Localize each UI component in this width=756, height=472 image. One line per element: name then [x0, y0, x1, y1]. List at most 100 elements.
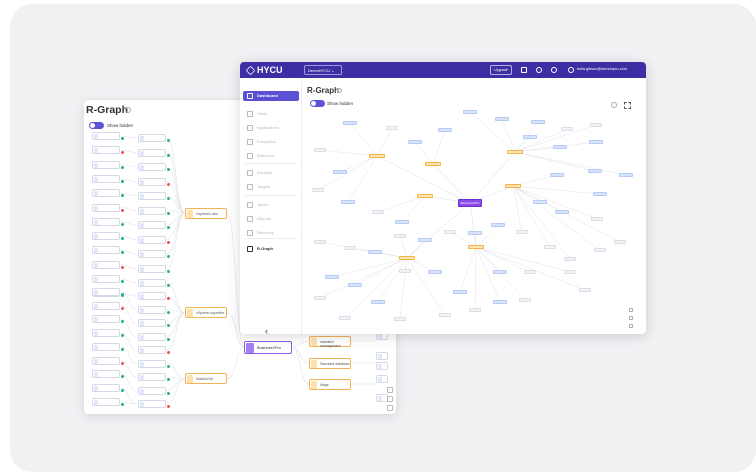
graph-leaf-node[interactable] [533, 200, 547, 204]
tree-leaf-node[interactable] [138, 346, 166, 354]
graph-leaf-node[interactable] [493, 300, 507, 304]
hub-node[interactable]: Vsphere1.abc [185, 208, 227, 219]
tree-leaf-node[interactable] [138, 221, 166, 229]
graph-leaf-node[interactable] [463, 110, 477, 114]
graph-central-node[interactable]: BusinessVPro [458, 199, 482, 207]
graph-leaf-node[interactable] [339, 316, 351, 320]
hub-node[interactable]: vSphere-hyperflex [185, 307, 227, 318]
right-node[interactable]: Standard database [309, 358, 351, 369]
tree-leaf-node[interactable] [92, 189, 120, 198]
tree-leaf-node[interactable] [138, 206, 166, 215]
right-node[interactable]: standard management [309, 336, 351, 348]
graph-leaf-node[interactable] [343, 121, 357, 125]
graph-leaf-node[interactable] [395, 220, 409, 224]
graph-leaf-node[interactable] [619, 173, 633, 177]
graph-leaf-node[interactable] [590, 123, 602, 127]
graph-leaf-node[interactable] [531, 120, 545, 124]
graph-leaf-node[interactable] [493, 270, 507, 274]
tree-leaf-node[interactable] [92, 288, 120, 296]
tree-leaf-node[interactable] [376, 352, 388, 360]
tree-leaf-node[interactable] [92, 315, 120, 324]
zoom-out-icon[interactable] [387, 396, 393, 402]
root-node[interactable]: BusinessVPro [244, 341, 292, 354]
tree-leaf-node[interactable] [138, 332, 166, 341]
tree-leaf-node[interactable] [138, 279, 166, 287]
graph-leaf-node[interactable] [325, 275, 339, 279]
tree-leaf-node[interactable] [92, 217, 120, 226]
graph-hub-node[interactable] [399, 256, 415, 260]
graph-leaf-node[interactable] [333, 170, 347, 174]
tree-leaf-node[interactable] [92, 383, 120, 392]
graph-leaf-node[interactable] [438, 128, 452, 132]
graph-leaf-node[interactable] [491, 223, 505, 227]
tree-leaf-node[interactable] [138, 400, 166, 408]
graph-leaf-node[interactable] [386, 126, 398, 130]
graph-leaf-node[interactable] [579, 288, 591, 292]
tree-leaf-node[interactable] [92, 246, 120, 255]
tree-leaf-node[interactable] [138, 292, 166, 300]
tree-leaf-node[interactable] [138, 177, 166, 186]
tree-leaf-node[interactable] [92, 397, 120, 406]
graph-leaf-node[interactable] [469, 308, 481, 312]
tree-leaf-node[interactable] [92, 301, 120, 310]
tree-leaf-node[interactable] [92, 232, 120, 241]
graph-leaf-node[interactable] [588, 169, 602, 173]
graph-leaf-node[interactable] [516, 230, 528, 234]
graph-leaf-node[interactable] [555, 210, 569, 214]
tree-leaf-node[interactable] [92, 260, 120, 269]
tree-leaf-node[interactable] [138, 264, 166, 273]
tree-leaf-node[interactable] [138, 319, 166, 327]
graph-leaf-node[interactable] [550, 173, 564, 177]
tree-leaf-node[interactable] [92, 275, 120, 283]
tree-leaf-node[interactable] [138, 134, 166, 142]
tree-leaf-node[interactable] [92, 174, 120, 183]
tree-leaf-node[interactable] [138, 148, 166, 157]
tree-leaf-node[interactable] [138, 235, 166, 244]
graph-leaf-node[interactable] [593, 192, 607, 196]
graph-leaf-node[interactable] [453, 290, 467, 294]
graph-leaf-node[interactable] [444, 230, 456, 234]
graph-leaf-node[interactable] [394, 317, 406, 321]
tree-leaf-node[interactable] [92, 370, 120, 379]
graph-leaf-node[interactable] [523, 135, 537, 139]
hub-node[interactable]: ISaaS/vVol [185, 373, 227, 384]
tree-leaf-node[interactable] [92, 160, 120, 169]
graph-leaf-node[interactable] [468, 231, 482, 235]
graph-leaf-node[interactable] [408, 140, 422, 144]
graph-leaf-node[interactable] [341, 200, 355, 204]
graph-leaf-node[interactable] [371, 300, 385, 304]
tree-leaf-node[interactable] [138, 359, 166, 368]
graph-leaf-node[interactable] [344, 246, 356, 250]
graph-leaf-node[interactable] [399, 269, 411, 273]
graph-leaf-node[interactable] [314, 240, 326, 244]
tree-leaf-node[interactable] [92, 356, 120, 365]
graph-leaf-node[interactable] [591, 217, 603, 221]
graph-leaf-node[interactable] [594, 248, 606, 252]
graph-leaf-node[interactable] [589, 140, 603, 144]
graph-leaf-node[interactable] [439, 313, 451, 317]
graph-leaf-node[interactable] [553, 145, 567, 149]
right-node[interactable]: Mage [309, 379, 351, 390]
graph-hub-node[interactable] [468, 245, 484, 249]
graph-leaf-node[interactable] [524, 270, 536, 274]
graph-hub-node[interactable] [505, 184, 521, 188]
tree-leaf-node[interactable] [138, 192, 166, 200]
graph-leaf-node[interactable] [418, 238, 432, 242]
tree-leaf-node[interactable] [376, 375, 388, 383]
tree-leaf-node[interactable] [138, 386, 166, 395]
graph-hub-node[interactable] [369, 154, 385, 158]
fit-view-icon[interactable] [387, 405, 393, 411]
tree-leaf-node[interactable] [376, 362, 388, 370]
graph-leaf-node[interactable] [372, 210, 384, 214]
graph-hub-node[interactable] [507, 150, 523, 154]
graph-leaf-node[interactable] [314, 148, 326, 152]
graph-leaf-node[interactable] [314, 296, 326, 300]
graph-leaf-node[interactable] [564, 257, 576, 261]
graph-leaf-node[interactable] [312, 188, 324, 192]
graph-leaf-node[interactable] [348, 283, 362, 287]
tree-leaf-node[interactable] [92, 146, 120, 155]
graph-leaf-node[interactable] [614, 240, 626, 244]
graph-leaf-node[interactable] [561, 127, 573, 131]
tree-leaf-node[interactable] [138, 163, 166, 171]
graph-leaf-node[interactable] [519, 298, 531, 302]
